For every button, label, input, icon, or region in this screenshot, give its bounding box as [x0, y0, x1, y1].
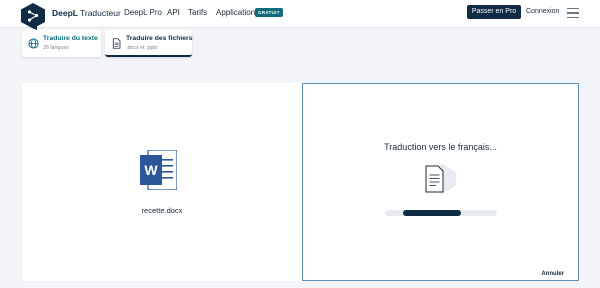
document-icon — [112, 38, 121, 49]
top-navigation: DeepL Traducteur DeepL Pro API Tarifs App… — [0, 0, 600, 30]
translation-status: Traduction vers le français... — [384, 142, 497, 152]
translation-progress-bar — [385, 210, 497, 216]
target-file-panel: Traduction vers le français... Annuler — [302, 83, 579, 281]
upgrade-pro-button[interactable]: Passer en Pro — [467, 5, 521, 19]
nav-api[interactable]: API — [167, 8, 180, 17]
globe-icon — [28, 38, 39, 49]
hamburger-menu-icon[interactable] — [567, 8, 579, 18]
source-file-panel: W recette.docx — [22, 83, 302, 281]
brand-name: DeepL — [52, 8, 78, 18]
free-badge: GRATUIT — [255, 8, 283, 17]
nav-applications[interactable]: Applications — [216, 8, 259, 17]
brand-subtitle: Traducteur — [79, 8, 121, 18]
tab-translate-text-subtitle: 26 langues — [43, 45, 69, 51]
source-filename: recette.docx — [141, 206, 183, 215]
progress-bar-fill — [402, 210, 462, 216]
svg-text:W: W — [144, 162, 158, 178]
nav-deepl-pro[interactable]: DeepL Pro — [124, 8, 162, 17]
tab-translate-files-title: Traduire des fichiers — [126, 35, 193, 42]
tab-translate-text-title: Traduire du texte — [43, 35, 98, 42]
login-link[interactable]: Connexion — [526, 8, 559, 15]
word-document-icon: W — [140, 150, 177, 190]
cancel-button[interactable]: Annuler — [541, 271, 564, 277]
nav-tarifs[interactable]: Tarifs — [188, 8, 207, 17]
tab-translate-files-subtitle: .docx et .pptx — [126, 45, 158, 51]
brand-title[interactable]: DeepL Traducteur — [52, 8, 121, 18]
document-translating-icon — [425, 164, 456, 194]
deepl-logo-icon[interactable] — [21, 3, 45, 30]
tab-translate-text[interactable]: Traduire du texte 26 langues — [22, 30, 101, 57]
tab-translate-files[interactable]: Traduire des fichiers .docx et .pptx — [105, 30, 193, 57]
